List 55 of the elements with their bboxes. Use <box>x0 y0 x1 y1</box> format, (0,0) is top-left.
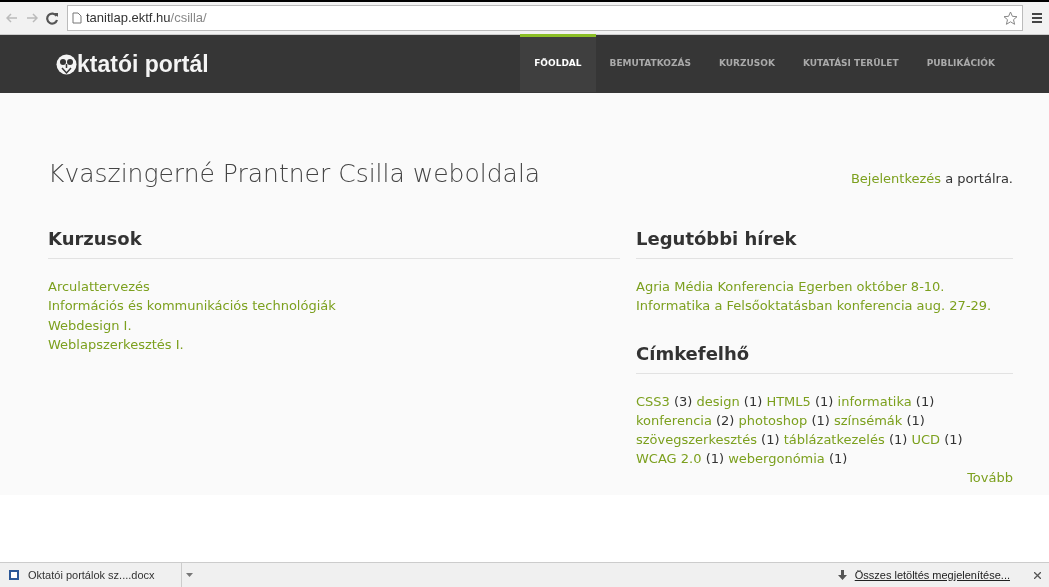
tag-count: (1) <box>888 431 908 447</box>
tag-link[interactable]: táblázatkezelés <box>783 431 885 447</box>
site-logo-text: ktatói portál <box>77 49 209 79</box>
download-item[interactable]: Oktatói portálok sz....docx <box>8 562 182 587</box>
tag-link[interactable]: WCAG 2.0 <box>636 450 702 466</box>
tag-count: (3) <box>674 393 693 409</box>
more-link[interactable]: Tovább <box>967 469 1013 485</box>
tag-count: (1) <box>828 450 848 466</box>
tag-link[interactable]: HTML5 <box>766 393 811 409</box>
course-link[interactable]: Információs és kommunikációs technológiák <box>48 298 336 313</box>
course-link[interactable]: Arculattervezés <box>48 278 150 294</box>
page-icon <box>72 12 82 24</box>
nav-tab[interactable]: KUTATÁSI TERÜLET <box>788 33 913 92</box>
tag-count: (1) <box>761 431 780 447</box>
tag-link[interactable]: design <box>696 393 740 409</box>
nav-tab[interactable]: FŐOLDAL <box>520 33 596 92</box>
caret-icon[interactable] <box>185 572 193 578</box>
section-heading: Kurzusok <box>48 224 620 259</box>
tag-count: (1) <box>815 393 834 409</box>
document-icon <box>8 569 20 581</box>
tag-link[interactable]: UCD <box>911 431 941 447</box>
section-heading: Címkefelhő <box>636 339 1013 374</box>
tag-link[interactable]: webergonómia <box>728 450 825 466</box>
page-title: Kvaszingerné Prantner Csilla weboldala <box>48 158 541 190</box>
tag-link[interactable]: informatika <box>837 393 912 409</box>
owl-icon <box>56 53 77 75</box>
tag-link[interactable]: photoshop <box>738 412 808 428</box>
news-link[interactable]: Agria Média Konferencia Egerben október 8-10. <box>636 278 945 294</box>
login-link[interactable]: Bejelentkezés <box>850 171 942 186</box>
tag-count: (1) <box>915 393 935 409</box>
tag-link[interactable]: CSS3 <box>636 393 670 409</box>
section-heading: Legutóbbi hírek <box>636 224 1013 259</box>
login-text: a portálra. <box>945 171 1013 186</box>
news-link[interactable]: Informatika a Felsőoktatásban konferencia aug. 27-29. <box>636 298 992 313</box>
star-icon[interactable] <box>1003 10 1018 26</box>
close-icon[interactable] <box>1034 571 1041 579</box>
tag-count: (1) <box>743 393 763 409</box>
nav-tab[interactable]: BEMUTATKOZÁS <box>595 33 705 92</box>
download-icon <box>837 570 847 580</box>
show-all-downloads-link[interactable]: Összes letöltés megjelenítése... <box>854 566 1010 584</box>
tag-link[interactable]: szövegszerkesztés <box>636 431 757 447</box>
menu-icon[interactable] <box>1031 12 1043 24</box>
tag-link[interactable]: konferencia <box>636 412 712 428</box>
address-bar[interactable]: tanitlap.ektf.hu/csilla/ <box>67 5 1023 31</box>
nav-tab[interactable]: KURZUSOK <box>704 33 789 92</box>
course-link[interactable]: Weblapszerkesztés I. <box>48 337 184 352</box>
tag-count: (1) <box>944 431 963 447</box>
reload-icon[interactable] <box>46 11 59 25</box>
course-link[interactable]: Webdesign I. <box>48 317 132 333</box>
tag-link[interactable]: színsémák <box>834 412 903 428</box>
tag-count: (1) <box>811 412 830 428</box>
tag-count: (1) <box>906 412 925 428</box>
tag-count: (1) <box>705 450 725 466</box>
tag-count: (2) <box>716 412 735 428</box>
nav-tab[interactable]: PUBLIKÁCIÓK <box>912 33 1009 92</box>
